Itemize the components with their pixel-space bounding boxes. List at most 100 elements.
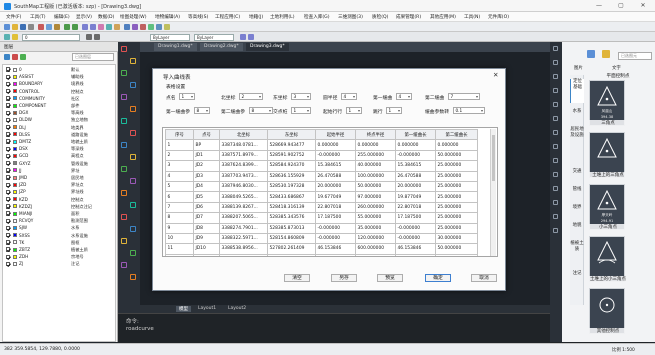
table-cell[interactable]: 26.470588 [395, 170, 436, 182]
symbol-category-tab[interactable]: 定位基础 [570, 79, 584, 103]
undo-icon[interactable] [64, 24, 70, 30]
layer-visible-checkbox[interactable] [6, 240, 11, 245]
clear-button[interactable]: 清空 [284, 274, 310, 282]
scale-readout[interactable]: 比例 1:500 [612, 347, 635, 353]
layer-visible-checkbox[interactable] [6, 261, 11, 267]
table-cell[interactable]: 50.000000 [435, 149, 478, 162]
table-cell[interactable]: 46.153846 [315, 243, 356, 255]
table-cell[interactable]: 8 [165, 212, 194, 224]
layer-color-swatch[interactable] [13, 96, 17, 101]
table-row[interactable]: 11 JD10 3388538.8956... 527802.261409 46.153… [165, 243, 478, 255]
right-tool-icon[interactable] [553, 214, 558, 219]
layer-visible-checkbox[interactable] [6, 132, 11, 137]
right-tool-icon[interactable] [553, 158, 558, 163]
param-select[interactable]: 2 [239, 93, 263, 100]
draw-tool-icon[interactable] [121, 142, 127, 148]
layer-row[interactable]: COMPONENT 部件 [3, 102, 115, 109]
draw-tool-icon[interactable] [121, 190, 127, 196]
draw-tool-icon[interactable] [130, 82, 136, 88]
column-header[interactable]: 东坐标 [267, 128, 316, 141]
right-tool-icon[interactable] [553, 186, 558, 191]
table-cell[interactable]: 3387946.8030... [219, 180, 268, 193]
layer-manager-icon[interactable] [4, 34, 10, 40]
table-cell[interactable]: 3388761.7283... [219, 253, 268, 256]
symbol-category-tab[interactable]: 居民地及设施 [570, 127, 584, 163]
table-row[interactable]: 7 JD6 3388139.8267... 528418.316139 22.80701… [165, 201, 478, 214]
lineweight-icon[interactable] [240, 34, 246, 40]
table-cell[interactable]: 25.000000 [435, 160, 478, 172]
layer-row[interactable]: TK 图框 [3, 239, 115, 246]
menu-data[interactable]: 数据(D) [98, 14, 114, 20]
table-row[interactable]: 4 JD3 3387703.9473... 528636.155929 26.47058… [165, 170, 478, 182]
layer-row[interactable]: ZDH 宗地号 [3, 253, 115, 260]
close-icon[interactable]: ✕ [493, 71, 498, 79]
table-cell[interactable]: -0.000000 [315, 232, 356, 245]
right-tool-icon[interactable] [553, 74, 558, 79]
tab-drawing2[interactable]: Drawing2.dwg* [200, 43, 243, 51]
right-tool-icon[interactable] [553, 116, 558, 121]
copy-icon[interactable] [46, 24, 52, 30]
draw-tool-icon[interactable] [130, 130, 136, 136]
param-select[interactable]: 3 [291, 93, 311, 100]
star-icon[interactable] [602, 50, 610, 58]
layer-row[interactable]: COMMUNITY 社区 [3, 95, 115, 102]
right-tool-icon[interactable] [553, 102, 558, 107]
param-select[interactable]: 8 [194, 107, 210, 114]
layer-color-swatch[interactable] [13, 67, 17, 72]
table-cell[interactable]: 528385.873013 [267, 222, 316, 234]
param-select[interactable]: 4 [396, 93, 412, 100]
help-icon[interactable] [164, 24, 170, 30]
table-cell[interactable]: 20.000000 [395, 253, 436, 256]
layer-color-swatch[interactable] [13, 211, 17, 216]
draw-tool-icon[interactable] [121, 166, 127, 172]
layer-row[interactable]: DSX 等深线 [3, 145, 115, 152]
tab-drawing1[interactable]: Drawing1.dwg* [154, 43, 197, 51]
table-cell[interactable]: 4 [165, 170, 194, 182]
layer-visible-checkbox[interactable] [6, 146, 11, 151]
table-cell[interactable]: 1 [165, 139, 194, 151]
table-cell[interactable]: 528530.197328 [267, 180, 316, 193]
table-cell[interactable]: 3387703.9473... [219, 170, 268, 182]
menu-other[interactable]: 其他应用(M) [430, 14, 456, 20]
table-cell[interactable]: 260.000000 [355, 201, 396, 214]
table-cell[interactable]: -0.000000 [315, 222, 356, 234]
layer-row[interactable]: GXYZ 管线设施 [3, 160, 115, 167]
close-window-button[interactable]: ✕ [632, 1, 654, 11]
table-cell[interactable]: 528433.686867 [267, 191, 316, 203]
layer-color-swatch[interactable] [13, 189, 17, 194]
column-header[interactable]: 北坐标 [219, 128, 268, 141]
table-cell[interactable]: 100.000000 [355, 170, 396, 182]
layer-color-swatch[interactable] [13, 125, 17, 130]
table-cell[interactable]: 25.000000 [435, 212, 478, 224]
table-cell[interactable]: 15.384615 [315, 160, 356, 172]
layer-row[interactable]: JJ 界址 [3, 167, 115, 174]
table-cell[interactable]: 6 [165, 191, 194, 203]
layer-color-swatch[interactable] [13, 146, 17, 151]
draw-tool-icon[interactable] [130, 178, 136, 184]
table-cell[interactable]: 22.807018 [395, 201, 436, 214]
symbol-search-input[interactable]: 已选图元 [618, 52, 652, 60]
layer-row[interactable]: MIANJI 面积 [3, 210, 115, 217]
symbol-category-tab[interactable]: 注记 [570, 271, 584, 283]
menu-view[interactable]: 显示(V) [76, 14, 92, 20]
table-cell[interactable]: 0.000000 [315, 139, 356, 151]
table-cell[interactable]: 3387571.8979... [219, 149, 268, 162]
menu-file[interactable]: 文件(F) [6, 14, 21, 20]
draw-tool-icon[interactable] [121, 118, 127, 124]
right-tool-icon[interactable] [553, 60, 558, 65]
layer-visible-checkbox[interactable] [6, 247, 11, 252]
param-select[interactable]: 1 [179, 93, 195, 100]
table-cell[interactable]: 600.000000 [355, 243, 396, 255]
table-cell[interactable]: JD9 [193, 232, 220, 245]
right-tool-icon[interactable] [553, 200, 558, 205]
layer-color-swatch[interactable] [13, 132, 17, 137]
tab-layout2[interactable]: Layout2 [228, 306, 246, 311]
symbol-category-tab[interactable]: 植被土质 [570, 241, 584, 265]
table-cell[interactable]: 528584.924370 [267, 160, 316, 172]
draw-tool-icon[interactable] [130, 226, 136, 232]
layer-row[interactable]: DMTZ 地貌土质 [3, 138, 115, 145]
table-cell[interactable]: 46.153846 [395, 243, 436, 255]
layer-color-swatch[interactable] [13, 261, 17, 266]
block-icon[interactable] [132, 24, 138, 30]
menu-feature-edit[interactable]: 地物编辑(A) [155, 14, 180, 20]
